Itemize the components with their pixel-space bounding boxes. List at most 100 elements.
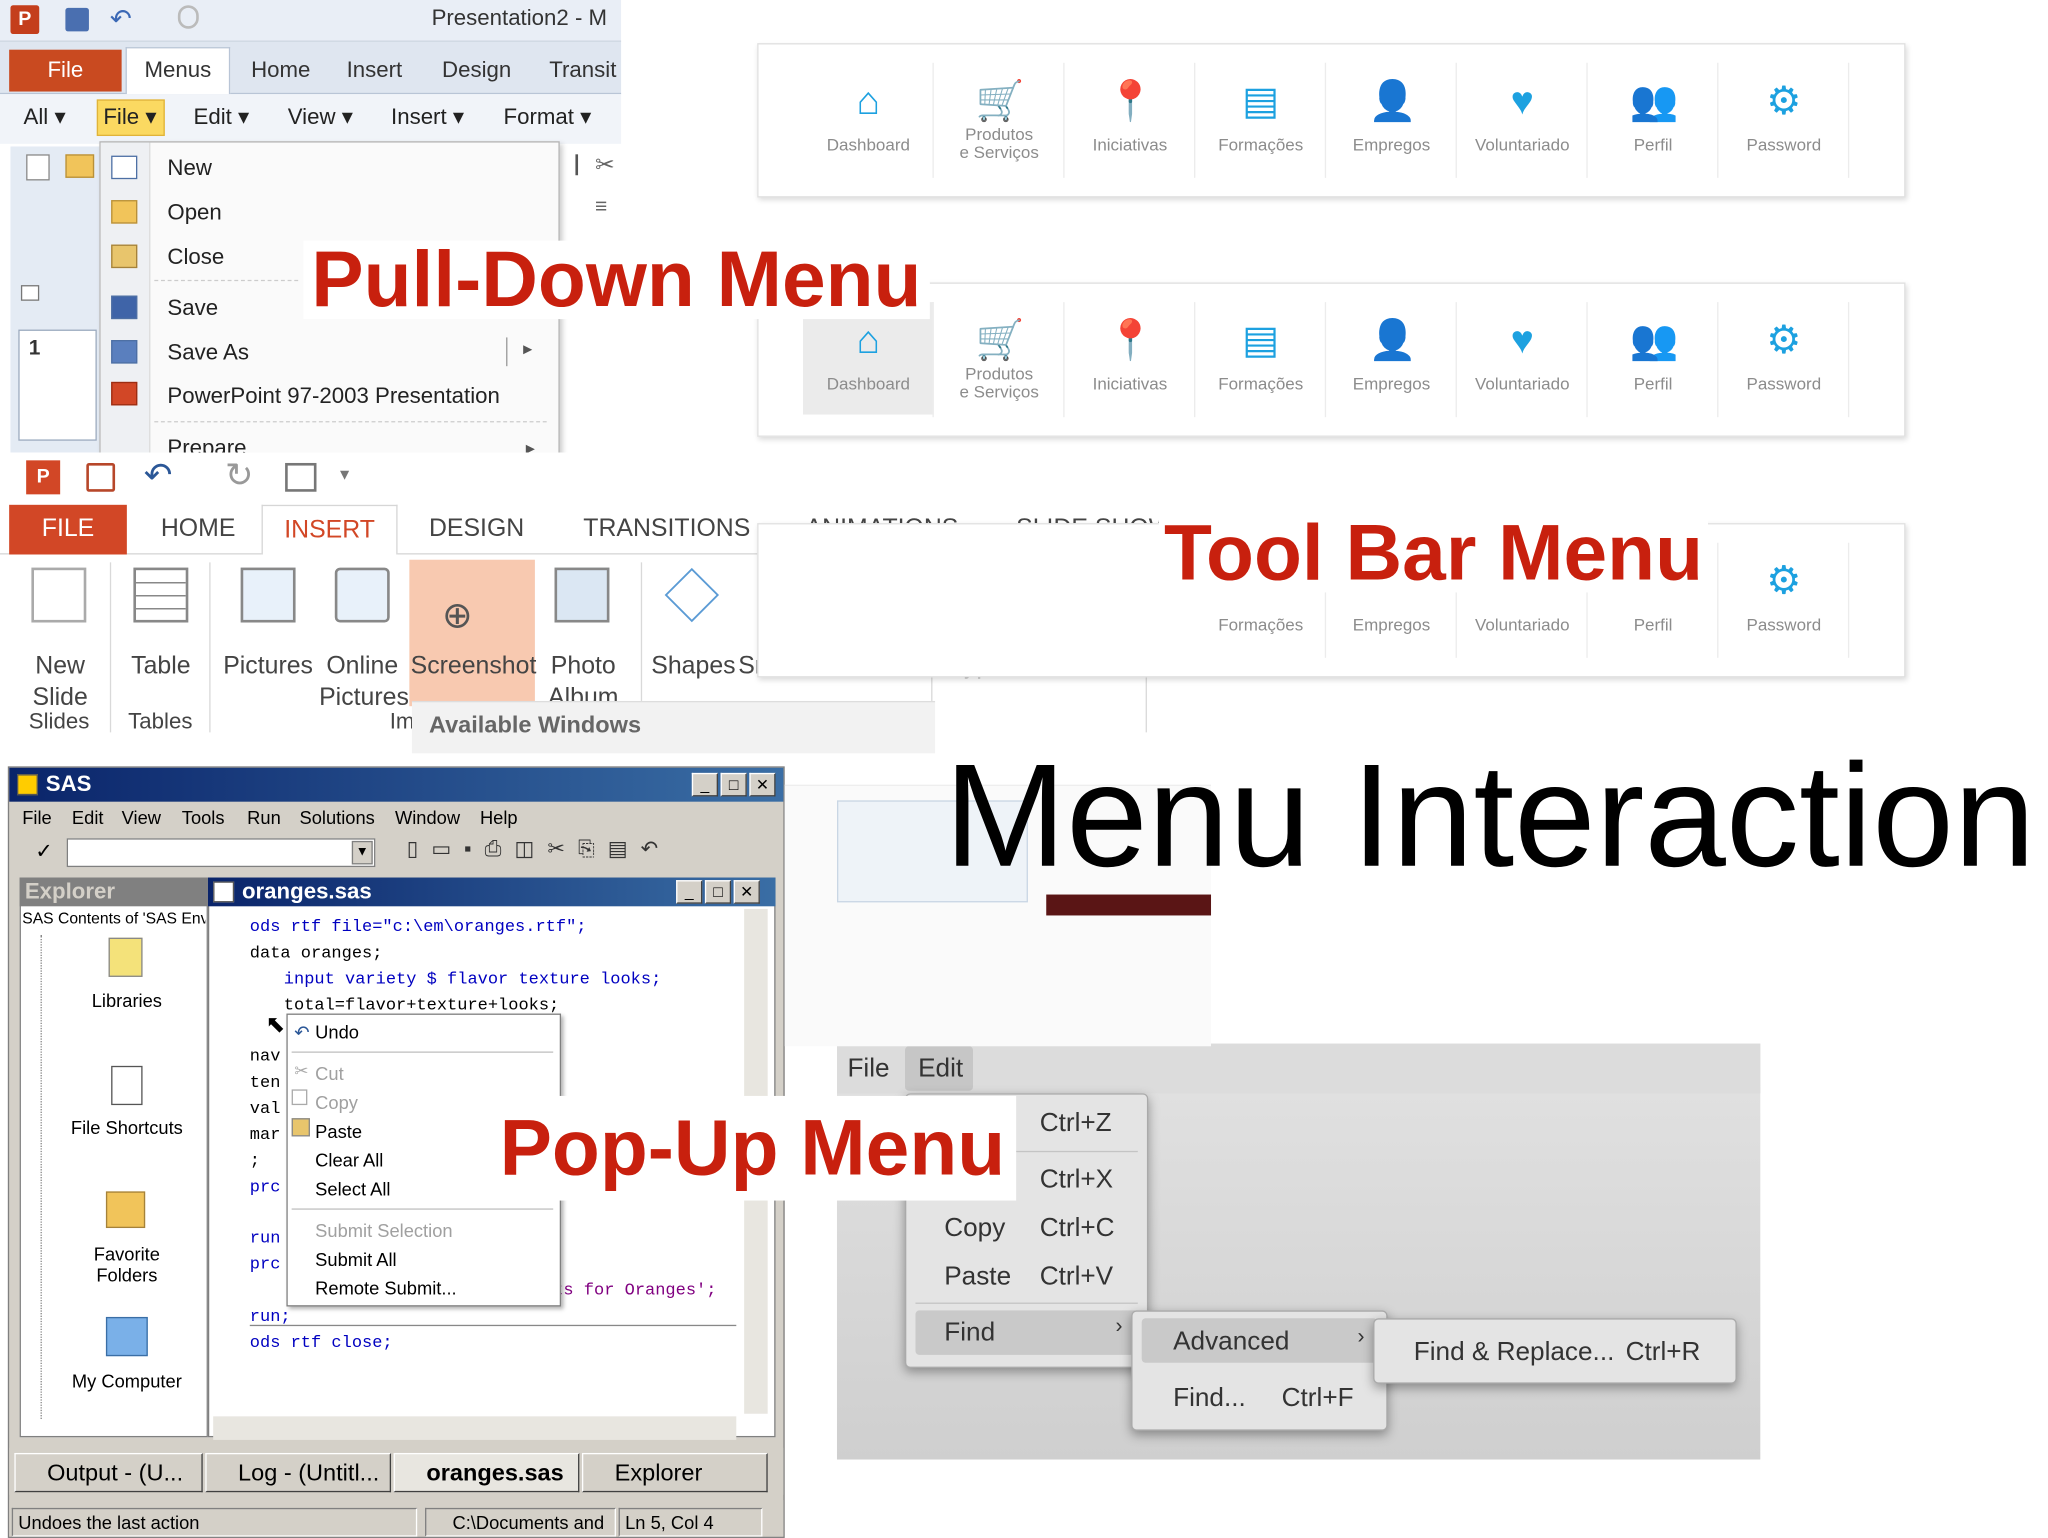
task-explorer[interactable]: Explorer xyxy=(581,1452,768,1493)
dropdown-item-save-as[interactable]: Save As xyxy=(167,340,249,366)
customize-icon[interactable]: ▾ xyxy=(340,463,349,485)
tab-design[interactable]: DESIGN xyxy=(429,515,524,544)
task-log[interactable]: Log - (Untitl... xyxy=(205,1452,392,1493)
tab-transitions[interactable]: TRANSITIONS xyxy=(583,515,750,544)
menu-insert[interactable]: Insert ▾ xyxy=(391,105,464,131)
redo-icon[interactable]: ↻ xyxy=(225,455,254,496)
minimize-button[interactable]: _ xyxy=(691,772,718,797)
toolbar-item-iniciativas[interactable]: 📍 Iniciativas xyxy=(1065,302,1196,418)
menu-edit[interactable]: Edit ▾ xyxy=(194,105,250,131)
editor-close-button[interactable]: ✕ xyxy=(733,880,760,904)
edit-item-copy[interactable]: Copy xyxy=(944,1214,1005,1244)
new-slide-button[interactable]: New Slide xyxy=(18,651,102,714)
task-oranges-sas[interactable]: oranges.sas xyxy=(393,1452,580,1493)
sas-menu-view[interactable]: View xyxy=(122,807,161,828)
sas-menu-run[interactable]: Run xyxy=(247,807,281,828)
toolbar-item-dashboard[interactable]: ⌂ Dashboard xyxy=(803,62,934,178)
explorer-item-file-shortcuts[interactable]: File Shortcuts xyxy=(61,1117,192,1138)
my-computer-icon[interactable] xyxy=(105,1316,148,1357)
align-icon[interactable]: ≡ xyxy=(595,196,607,220)
toolbar-item-forma-es[interactable]: ▤ Formações xyxy=(1195,62,1327,178)
toolbar-item-produtos-e-servi-os[interactable]: 🛒 Produtos e Serviços xyxy=(934,302,1065,418)
undo-icon[interactable]: ↶ xyxy=(110,3,132,36)
toolbar-item-forma-es[interactable]: ▤ Formações xyxy=(1195,302,1327,418)
maximize-button[interactable]: □ xyxy=(720,772,747,797)
checkbox-icon[interactable] xyxy=(20,285,40,301)
explorer-item-favorite-folders[interactable]: Favorite Folders xyxy=(61,1244,192,1286)
sas-menu-solutions[interactable]: Solutions xyxy=(299,807,374,828)
dropdown-item-save[interactable]: Save xyxy=(167,296,218,322)
explorer-item-my-computer[interactable]: My Computer xyxy=(61,1371,192,1392)
menu-view[interactable]: View ▾ xyxy=(288,105,353,131)
edit-shortcut-undo[interactable]: Ctrl+Z xyxy=(1040,1109,1112,1139)
libraries-icon[interactable] xyxy=(108,937,143,977)
advanced-item-find-replace[interactable]: Find & Replace... xyxy=(1414,1338,1615,1368)
menu-file[interactable]: File ▾ xyxy=(103,105,156,131)
popup-item-paste[interactable]: Paste xyxy=(315,1121,362,1142)
file-shortcuts-icon[interactable] xyxy=(111,1065,143,1106)
tab-home[interactable]: Home xyxy=(251,58,310,84)
toolbar-item-password[interactable]: ⚙ Password xyxy=(1718,62,1850,178)
editor-minimize-button[interactable]: _ xyxy=(676,880,703,904)
toolbar-item-voluntariado[interactable]: ♥ Voluntariado xyxy=(1457,62,1588,178)
toolbar-item-perfil[interactable]: 👥 Perfil xyxy=(1588,62,1719,178)
tab-file[interactable]: File xyxy=(9,49,122,92)
tab-design[interactable]: Design xyxy=(442,58,511,84)
checkmark-icon[interactable]: ✓ xyxy=(35,838,53,864)
redo-icon[interactable] xyxy=(177,5,199,29)
dropdown-item-prepare[interactable]: Prepare xyxy=(167,435,246,453)
popup-item-cut[interactable]: Cut xyxy=(315,1063,344,1084)
toolbar-item-empregos[interactable]: 👤 Empregos xyxy=(1326,62,1457,178)
popup-item-copy[interactable]: Copy xyxy=(315,1092,358,1113)
sas-menu-edit[interactable]: Edit xyxy=(72,807,104,828)
explorer-item-libraries[interactable]: Libraries xyxy=(61,990,192,1011)
tab-insert[interactable]: Insert xyxy=(347,58,403,84)
submenu-arrow-icon[interactable]: ▸ xyxy=(523,337,532,359)
edit-item-paste[interactable]: Paste xyxy=(944,1262,1011,1292)
toolbar-item-perfil[interactable]: 👥 Perfil xyxy=(1588,302,1719,418)
tab-home[interactable]: HOME xyxy=(161,515,236,544)
online-pictures-button[interactable]: Online Pictures xyxy=(319,651,409,714)
dropdown-item-ppt97[interactable]: PowerPoint 97-2003 Presentation xyxy=(167,383,499,409)
screenshot-button[interactable]: Screenshot xyxy=(411,651,537,682)
toolbar-item-empregos[interactable]: 👤 Empregos xyxy=(1326,302,1457,418)
pictures-button[interactable]: Pictures xyxy=(222,651,314,682)
open-folder-icon[interactable] xyxy=(65,154,95,178)
toolbar-item-password[interactable]: ⚙ Password xyxy=(1718,542,1850,658)
sas-menu-file[interactable]: File xyxy=(22,807,52,828)
tab-file[interactable]: FILE xyxy=(9,504,127,555)
edit-item-find[interactable]: Find xyxy=(944,1318,995,1348)
task-output[interactable]: Output - (U... xyxy=(14,1452,203,1493)
popup-item-clear-all[interactable]: Clear All xyxy=(315,1150,383,1171)
find-item-advanced[interactable]: Advanced xyxy=(1173,1327,1289,1357)
popup-item-select-all[interactable]: Select All xyxy=(315,1178,390,1199)
popup-item-undo[interactable]: Undo xyxy=(315,1021,359,1042)
command-box[interactable] xyxy=(66,838,376,868)
new-doc-icon[interactable] xyxy=(26,154,50,181)
cut-icon[interactable]: ✂ xyxy=(595,152,615,179)
sas-menu-window[interactable]: Window xyxy=(395,807,460,828)
popup-item-remote-submit[interactable]: Remote Submit... xyxy=(315,1278,456,1299)
dropdown-item-close[interactable]: Close xyxy=(167,245,224,271)
tab-insert[interactable]: INSERT xyxy=(261,504,398,556)
toolbar-item-password[interactable]: ⚙ Password xyxy=(1718,302,1850,418)
save-icon[interactable] xyxy=(65,7,89,32)
close-button[interactable]: ✕ xyxy=(749,772,776,797)
menu-all[interactable]: All ▾ xyxy=(24,105,66,131)
linux-menu-file[interactable]: File xyxy=(847,1054,889,1084)
linux-menu-edit[interactable]: Edit xyxy=(918,1054,963,1084)
popup-item-submit-all[interactable]: Submit All xyxy=(315,1249,396,1270)
dropdown-arrow-icon[interactable]: ▼ xyxy=(351,840,373,865)
tab-menus[interactable]: Menus xyxy=(125,47,231,95)
slideshow-icon[interactable] xyxy=(285,462,317,492)
sas-menu-tools[interactable]: Tools xyxy=(182,807,225,828)
editor-maximize-button[interactable]: □ xyxy=(704,880,732,904)
popup-item-submit-selection[interactable]: Submit Selection xyxy=(315,1220,452,1241)
edit-shortcut-cut[interactable]: Ctrl+X xyxy=(1040,1165,1113,1195)
sas-toolbar-icons[interactable]: ▯▭▪⎙◫✂⎘▤↶ xyxy=(407,836,672,862)
dropdown-item-new[interactable]: New xyxy=(167,156,211,182)
menu-format[interactable]: Format ▾ xyxy=(504,105,592,131)
sas-menu-help[interactable]: Help xyxy=(480,807,518,828)
find-item-find[interactable]: Find... xyxy=(1173,1384,1246,1414)
toolbar-item-produtos-e-servi-os[interactable]: 🛒 Produtos e Serviços xyxy=(934,62,1065,178)
